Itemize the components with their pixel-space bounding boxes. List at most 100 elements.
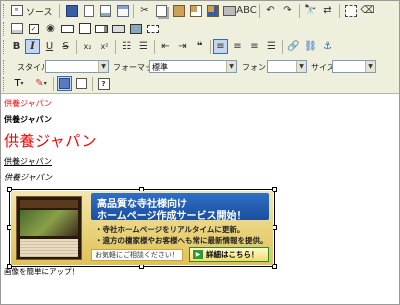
- bulleted-list-icon[interactable]: ☰: [136, 39, 151, 54]
- help-icon[interactable]: ?: [96, 76, 111, 91]
- text-field-icon[interactable]: [60, 21, 75, 36]
- toolbar-grip[interactable]: [3, 4, 7, 18]
- banner-details-button: ▶ 詳細はこちら！: [189, 247, 269, 262]
- align-center-icon[interactable]: ≡: [230, 39, 245, 54]
- select-field-icon[interactable]: [94, 21, 109, 36]
- image-button-icon[interactable]: [128, 21, 143, 36]
- toolbar-separator: [339, 4, 340, 18]
- background-color-icon[interactable]: ✎ ▾: [31, 76, 51, 91]
- textarea-icon[interactable]: [77, 21, 92, 36]
- content-line-bold: 供養ジャパン: [4, 115, 52, 124]
- paste-word-icon[interactable]: [205, 3, 220, 18]
- find-icon[interactable]: 🔭: [303, 3, 318, 18]
- text-color-icon[interactable]: T ▾: [9, 76, 29, 91]
- banner-details-label: 詳細はこちら！: [206, 250, 259, 259]
- toolbar-row-5: T ▾ ✎ ▾ ?: [1, 75, 399, 93]
- chevron-down-icon[interactable]: ▼: [226, 61, 236, 72]
- rich-text-editor: ≡ ソース ✂ ABC ↶ ↷ 🔭 ⇄ ⌫ ✓ ◉ B I U S x₂ x² …: [0, 0, 400, 305]
- banner-image[interactable]: 高品質な寺社様向け ホームページ作成サービス開始！ ・寺社ホームページをリアルタ…: [11, 191, 273, 265]
- toolbar-separator: [53, 77, 54, 91]
- numbered-list-icon[interactable]: ☷: [119, 39, 134, 54]
- toolbar-separator: [299, 4, 300, 18]
- content-line-italic: 供養ジャパン: [4, 173, 52, 182]
- format-value: 標準: [152, 63, 168, 72]
- maximize-icon[interactable]: [57, 76, 72, 91]
- toolbar-grip[interactable]: [3, 40, 7, 54]
- align-left-icon[interactable]: ≡: [213, 39, 228, 54]
- toolbar-separator: [92, 77, 93, 91]
- content-line-large-red: 供養ジャパン: [4, 132, 98, 150]
- paste-icon[interactable]: [171, 3, 186, 18]
- content-line-underline: 供養ジャパン: [4, 157, 52, 166]
- source-button-label[interactable]: ソース: [26, 5, 53, 18]
- website-thumbnail: [16, 196, 82, 260]
- unlink-icon[interactable]: ⛓: [303, 39, 318, 54]
- toolbar-row-1: ≡ ソース ✂ ABC ↶ ↷ 🔭 ⇄ ⌫: [1, 2, 399, 20]
- font-select[interactable]: ▼: [267, 60, 307, 73]
- toolbar-separator: [76, 40, 77, 54]
- justify-icon[interactable]: ☰: [264, 39, 279, 54]
- templates-icon[interactable]: [115, 3, 130, 18]
- source-icon[interactable]: ≡: [9, 3, 24, 18]
- style-select[interactable]: ▼: [45, 60, 109, 73]
- undo-icon[interactable]: ↶: [263, 3, 278, 18]
- toolbar-grip[interactable]: [3, 77, 7, 91]
- toolbar-separator: [59, 4, 60, 18]
- save-icon[interactable]: [64, 3, 79, 18]
- toolbar-grip[interactable]: [3, 22, 7, 36]
- chevron-down-icon[interactable]: ▼: [98, 61, 108, 72]
- form-icon[interactable]: [9, 21, 24, 36]
- strikethrough-icon[interactable]: S: [58, 39, 73, 54]
- link-icon[interactable]: 🔗: [286, 39, 301, 54]
- subscript-icon[interactable]: x₂: [80, 39, 95, 54]
- toolbar-separator: [282, 40, 283, 54]
- select-all-icon[interactable]: [343, 3, 358, 18]
- toolbar-grip[interactable]: [3, 60, 7, 74]
- align-right-icon[interactable]: ≡: [247, 39, 262, 54]
- blockquote-icon[interactable]: ❝: [192, 39, 207, 54]
- preview-icon[interactable]: [98, 3, 113, 18]
- hidden-field-icon[interactable]: [145, 21, 160, 36]
- toolbar-row-3: B I U S x₂ x² ☷ ☰ ⇤ ⇥ ❝ ≡ ≡ ≡ ☰ 🔗 ⛓ ⚓: [1, 38, 399, 56]
- indent-icon[interactable]: ⇥: [175, 39, 190, 54]
- banner-bullet-2: ・遠方の檀家様やお客様へも常に最新情報を提供。: [95, 236, 268, 245]
- new-page-icon[interactable]: [81, 3, 96, 18]
- editor-content-area[interactable]: 供養ジャパン 供養ジャパン 供養ジャパン 供養ジャパン 供養ジャパン 高品質な寺…: [3, 95, 397, 302]
- remove-format-icon[interactable]: ⌫: [360, 3, 375, 18]
- content-caption: 画像を簡単にアップ！: [4, 267, 79, 276]
- toolbar-row-2: ✓ ◉: [1, 20, 399, 38]
- bold-icon[interactable]: B: [9, 39, 24, 54]
- cut-icon[interactable]: ✂: [137, 3, 152, 18]
- banner-title-line-2: ホームページ作成サービス開始！: [97, 211, 247, 222]
- banner-contact-text: お気軽にご相談ください！: [91, 249, 183, 261]
- chevron-down-icon[interactable]: ▼: [365, 61, 375, 72]
- checkbox-icon[interactable]: ✓: [26, 21, 41, 36]
- toolbar-separator: [210, 40, 211, 54]
- redo-icon[interactable]: ↷: [280, 3, 295, 18]
- copy-icon[interactable]: [154, 3, 169, 18]
- spellcheck-icon[interactable]: ABC: [236, 3, 257, 18]
- button-field-icon[interactable]: [111, 21, 126, 36]
- replace-icon[interactable]: ⇄: [320, 3, 335, 18]
- radio-button-icon[interactable]: ◉: [43, 21, 58, 36]
- italic-icon[interactable]: I: [25, 39, 40, 54]
- underline-icon[interactable]: U: [42, 39, 57, 54]
- banner-bullet-1: ・寺社ホームページをリアルタイムに更新。: [95, 225, 245, 234]
- toolbar-separator: [154, 40, 155, 54]
- size-select[interactable]: ▼: [332, 60, 376, 73]
- play-arrow-icon: ▶: [193, 250, 203, 259]
- toolbar-separator: [115, 40, 116, 54]
- outdent-icon[interactable]: ⇤: [158, 39, 173, 54]
- content-line-red: 供養ジャパン: [4, 99, 52, 108]
- chevron-down-icon[interactable]: ▼: [296, 61, 306, 72]
- toolbar-separator: [259, 4, 260, 18]
- paste-text-icon[interactable]: [188, 3, 203, 18]
- editor-toolbar: ≡ ソース ✂ ABC ↶ ↷ 🔭 ⇄ ⌫ ✓ ◉ B I U S x₂ x² …: [1, 1, 399, 94]
- show-blocks-icon[interactable]: [74, 76, 89, 91]
- toolbar-separator: [133, 4, 134, 18]
- banner-title-box: 高品質な寺社様向け ホームページ作成サービス開始！: [91, 193, 269, 222]
- anchor-icon[interactable]: ⚓: [320, 39, 335, 54]
- format-select[interactable]: 標準 ▼: [149, 60, 237, 73]
- superscript-icon[interactable]: x²: [97, 39, 112, 54]
- print-icon[interactable]: [222, 3, 237, 18]
